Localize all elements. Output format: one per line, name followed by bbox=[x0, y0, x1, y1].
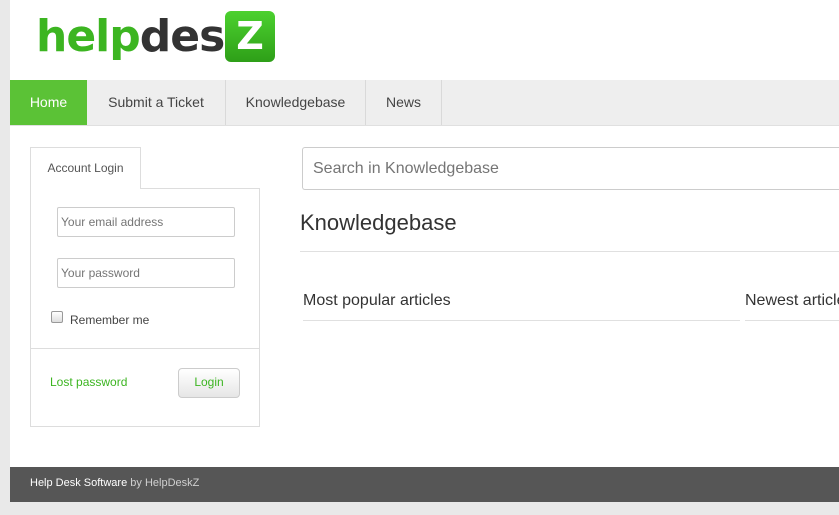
footer: Help Desk Software by HelpDeskZ bbox=[10, 467, 839, 502]
footer-link[interactable]: Help Desk Software bbox=[30, 477, 127, 489]
nav-submit-ticket[interactable]: Submit a Ticket bbox=[87, 80, 226, 125]
popular-divider bbox=[303, 320, 740, 321]
nav-knowledgebase[interactable]: Knowledgebase bbox=[226, 80, 366, 125]
footer-by[interactable]: by HelpDeskZ bbox=[130, 477, 199, 489]
page-title: Knowledgebase bbox=[300, 210, 457, 235]
password-field[interactable] bbox=[57, 258, 235, 288]
remember-me-checkbox[interactable] bbox=[51, 311, 63, 323]
login-panel: Remember me Lost password Login bbox=[30, 188, 260, 427]
logo-z-box: Z bbox=[225, 11, 275, 62]
logo-text-help: help bbox=[36, 11, 141, 62]
newest-divider bbox=[745, 320, 839, 321]
remember-me-label: Remember me bbox=[70, 313, 150, 327]
footer-text: Help Desk Software by HelpDeskZ bbox=[30, 477, 199, 489]
email-field[interactable] bbox=[57, 207, 235, 237]
newest-articles-heading: Newest articles bbox=[745, 292, 839, 309]
helpdeskz-logo[interactable]: helpdesk Z bbox=[36, 10, 286, 64]
page: helpdesk Z Home Submit a Ticket Knowledg… bbox=[10, 0, 839, 502]
nav-home[interactable]: Home bbox=[10, 80, 87, 125]
tab-account-login[interactable]: Account Login bbox=[30, 147, 141, 189]
login-divider bbox=[31, 348, 259, 349]
nav-news[interactable]: News bbox=[366, 80, 442, 125]
login-button[interactable]: Login bbox=[178, 368, 240, 398]
most-popular-articles-heading: Most popular articles bbox=[303, 292, 451, 309]
logo-wordmark: helpdesk bbox=[36, 10, 254, 64]
knowledgebase-search-input[interactable] bbox=[302, 147, 839, 190]
title-divider bbox=[300, 251, 839, 252]
lost-password-link[interactable]: Lost password bbox=[50, 375, 127, 389]
main-nav: Home Submit a Ticket Knowledgebase News bbox=[10, 80, 839, 126]
